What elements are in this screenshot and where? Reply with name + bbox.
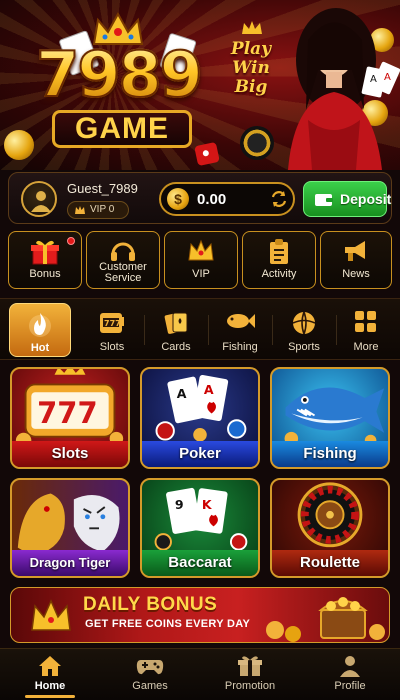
gamepad-icon <box>136 660 164 675</box>
deposit-button[interactable]: Deposit <box>303 181 391 217</box>
tab-sports[interactable]: Sports <box>276 303 332 357</box>
person-icon <box>31 191 51 212</box>
fish-icon <box>227 314 255 328</box>
game-tile-dragon-tiger[interactable]: Dragon Tiger <box>10 478 130 578</box>
vip-badge[interactable]: VIP 0 <box>67 201 129 219</box>
category-tabs: Hot 777 Slots Cards Fishing Sports More <box>0 298 400 360</box>
daily-bonus-banner[interactable]: DAILY BONUS GET FREE COINS EVERY DAY <box>10 587 390 643</box>
quick-bonus[interactable]: Bonus <box>8 231 82 289</box>
nav-label: Home <box>34 680 66 692</box>
hero-banner[interactable]: 7989 GAME Play Win Big A A <box>0 0 400 170</box>
tab-slots[interactable]: 777 Slots <box>84 303 140 357</box>
avatar[interactable] <box>21 181 57 217</box>
svg-text:A: A <box>370 74 377 85</box>
person-icon <box>340 656 360 677</box>
game-tile-roulette[interactable]: Roulette <box>270 478 390 578</box>
quick-label: Activity <box>261 268 297 280</box>
tab-label: Cards <box>161 341 191 353</box>
wallet-icon <box>315 194 333 206</box>
svg-text:777: 777 <box>104 319 121 328</box>
quick-activity[interactable]: Activity <box>242 231 316 289</box>
game-tile-poker[interactable]: A A Poker <box>140 367 260 469</box>
tab-hot[interactable]: Hot <box>9 303 71 357</box>
game-label: Slots <box>12 441 128 467</box>
crown-icon <box>31 599 71 631</box>
tab-label: More <box>353 341 379 353</box>
nav-label: Promotion <box>224 680 276 692</box>
bottom-nav: Home Games Promotion Profile <box>0 648 400 700</box>
game-label: Baccarat <box>142 550 258 576</box>
nav-profile[interactable]: Profile <box>300 649 400 700</box>
quick-vip[interactable]: VIP <box>164 231 238 289</box>
quick-label: VIP <box>192 268 210 280</box>
balance-display: $ 0.00 <box>159 182 295 216</box>
svg-text:A: A <box>177 386 187 401</box>
home-icon <box>39 656 61 676</box>
tab-more[interactable]: More <box>338 303 394 357</box>
game-label: Fishing <box>272 441 388 467</box>
nav-games[interactable]: Games <box>100 649 200 700</box>
svg-text:777: 777 <box>37 396 98 430</box>
daily-bonus-title: DAILY BONUS <box>83 594 218 615</box>
crown-icon <box>242 21 262 34</box>
quick-label: Bonus <box>29 268 61 280</box>
game-tile-fishing[interactable]: Fishing <box>270 367 390 469</box>
tab-label: Hot <box>30 342 50 354</box>
tab-label: Sports <box>288 341 320 353</box>
notification-dot <box>67 237 75 245</box>
hostess-illustration: A A <box>288 8 400 170</box>
cards-icon <box>164 312 188 334</box>
tab-divider <box>144 315 145 345</box>
crown-icon <box>188 239 214 261</box>
logo-number: 7989 <box>16 39 221 111</box>
slot-machine-icon: 777 <box>100 313 124 333</box>
quick-label: Customer Service <box>99 261 147 284</box>
tab-divider <box>272 315 273 345</box>
quick-customer-service[interactable]: Customer Service <box>86 231 160 289</box>
svg-text:K: K <box>202 497 213 512</box>
game-label: Roulette <box>272 550 388 576</box>
crown-icon <box>75 206 85 214</box>
treasure-chest-icon <box>266 597 385 642</box>
tab-divider <box>208 315 209 345</box>
gift-icon <box>31 240 59 265</box>
game-tile-slots[interactable]: 777 Slots <box>10 367 130 469</box>
fire-icon <box>29 313 51 337</box>
chip-decoration <box>240 126 274 160</box>
user-bar: Guest_7989 VIP 0 $ 0.00 Deposit <box>8 172 392 224</box>
refresh-icon[interactable] <box>269 189 289 209</box>
tab-label: Fishing <box>222 341 258 353</box>
nav-label: Games <box>132 680 168 692</box>
grid-icon <box>355 311 376 332</box>
nav-home[interactable]: Home <box>0 649 100 700</box>
coin-icon: $ <box>167 188 189 210</box>
game-label: Poker <box>142 441 258 467</box>
megaphone-icon <box>345 241 365 261</box>
svg-text:A: A <box>204 382 214 397</box>
tab-label: Slots <box>99 341 125 353</box>
tab-divider <box>336 315 337 345</box>
quick-news[interactable]: News <box>320 231 392 289</box>
game-tile-baccarat[interactable]: 9 K Baccarat <box>140 478 260 578</box>
nav-promotion[interactable]: Promotion <box>200 649 300 700</box>
daily-bonus-subtitle: GET FREE COINS EVERY DAY <box>85 618 251 630</box>
game-logo: 7989 GAME <box>12 10 222 160</box>
tab-fishing[interactable]: Fishing <box>212 303 268 357</box>
username: Guest_7989 <box>67 181 138 196</box>
game-label: Dragon Tiger <box>12 550 128 576</box>
deposit-label: Deposit <box>340 191 392 207</box>
logo-word: GAME <box>52 110 192 148</box>
clipboard-icon <box>270 239 288 264</box>
vip-level: VIP 0 <box>90 204 115 215</box>
nav-label: Profile <box>334 680 366 692</box>
svg-text:9: 9 <box>175 497 184 512</box>
balance-amount: 0.00 <box>197 191 227 208</box>
svg-text:A: A <box>384 72 391 83</box>
tab-cards[interactable]: Cards <box>148 303 204 357</box>
gift-icon <box>238 656 262 676</box>
ball-icon <box>292 311 316 335</box>
quick-label: News <box>342 268 370 280</box>
